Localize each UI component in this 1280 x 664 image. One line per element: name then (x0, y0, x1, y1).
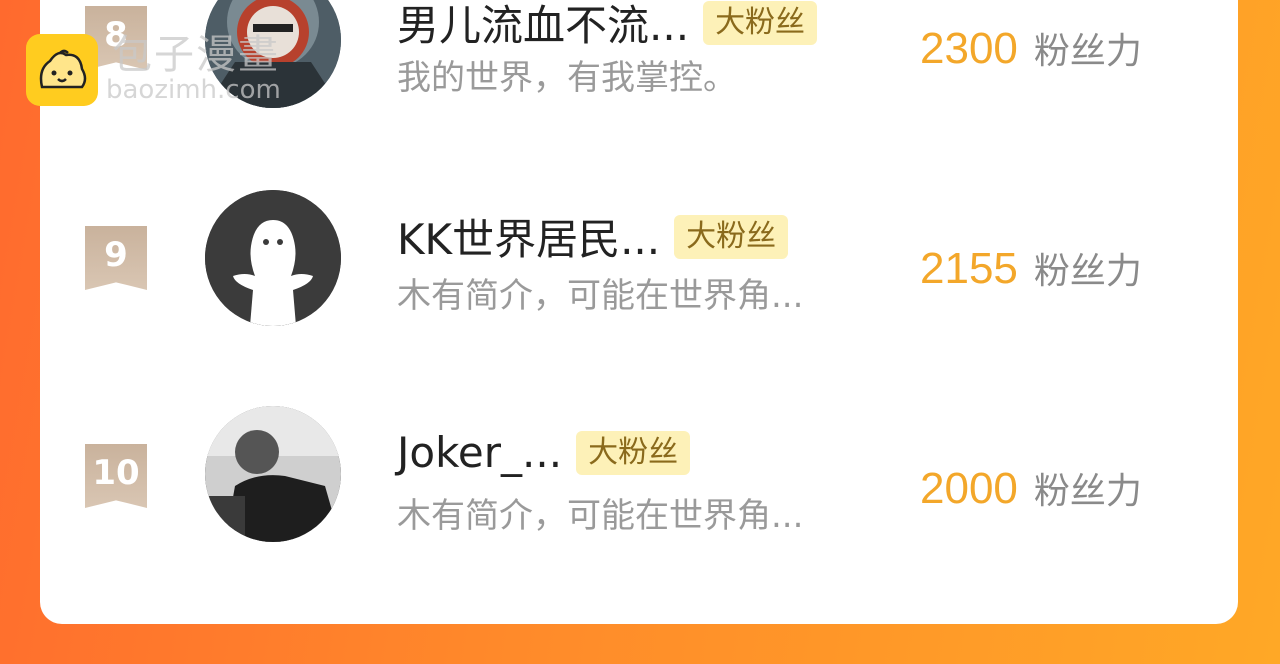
fan-level-badge: 大粉丝 (576, 430, 691, 475)
fan-score: 2000 (920, 464, 1018, 513)
fan-level-badge: 大粉丝 (674, 214, 789, 259)
bun-logo-icon (26, 34, 98, 106)
fan-score: 2155 (920, 244, 1018, 293)
ranking-row[interactable]: 10 Joker_... 大粉丝 木有简介，可能在世界角... 2000 粉丝力 (40, 400, 1238, 580)
user-bio: 我的世界，有我掌控。 (397, 58, 737, 98)
user-name[interactable]: KK世界居民... (397, 206, 660, 267)
fan-score: 2300 (920, 24, 1018, 73)
default-avatar-icon (205, 190, 341, 326)
watermark: 包子漫畫 baozimh.com (26, 34, 281, 106)
rank-badge: 9 (85, 226, 147, 290)
watermark-title: 包子漫畫 (112, 32, 280, 78)
user-name[interactable]: 男儿流血不流... (397, 0, 689, 53)
avatar[interactable] (205, 190, 341, 326)
rank-badge: 10 (85, 444, 147, 508)
user-name[interactable]: Joker_... (397, 428, 562, 477)
fan-score-unit: 粉丝力 (1033, 471, 1142, 512)
fan-score-unit: 粉丝力 (1033, 251, 1142, 292)
fan-level-badge: 大粉丝 (703, 0, 818, 45)
user-bio: 木有简介，可能在世界角... (397, 276, 804, 316)
fan-score-unit: 粉丝力 (1033, 31, 1142, 72)
avatar-photo-icon (205, 406, 341, 542)
user-bio: 木有简介，可能在世界角... (397, 496, 804, 536)
ranking-row[interactable]: 9 KK世界居民... 大粉丝 木有简介，可能在世界角... 2155 粉丝力 (40, 180, 1238, 360)
avatar[interactable] (205, 406, 341, 542)
watermark-subtitle: baozimh.com (106, 75, 281, 105)
